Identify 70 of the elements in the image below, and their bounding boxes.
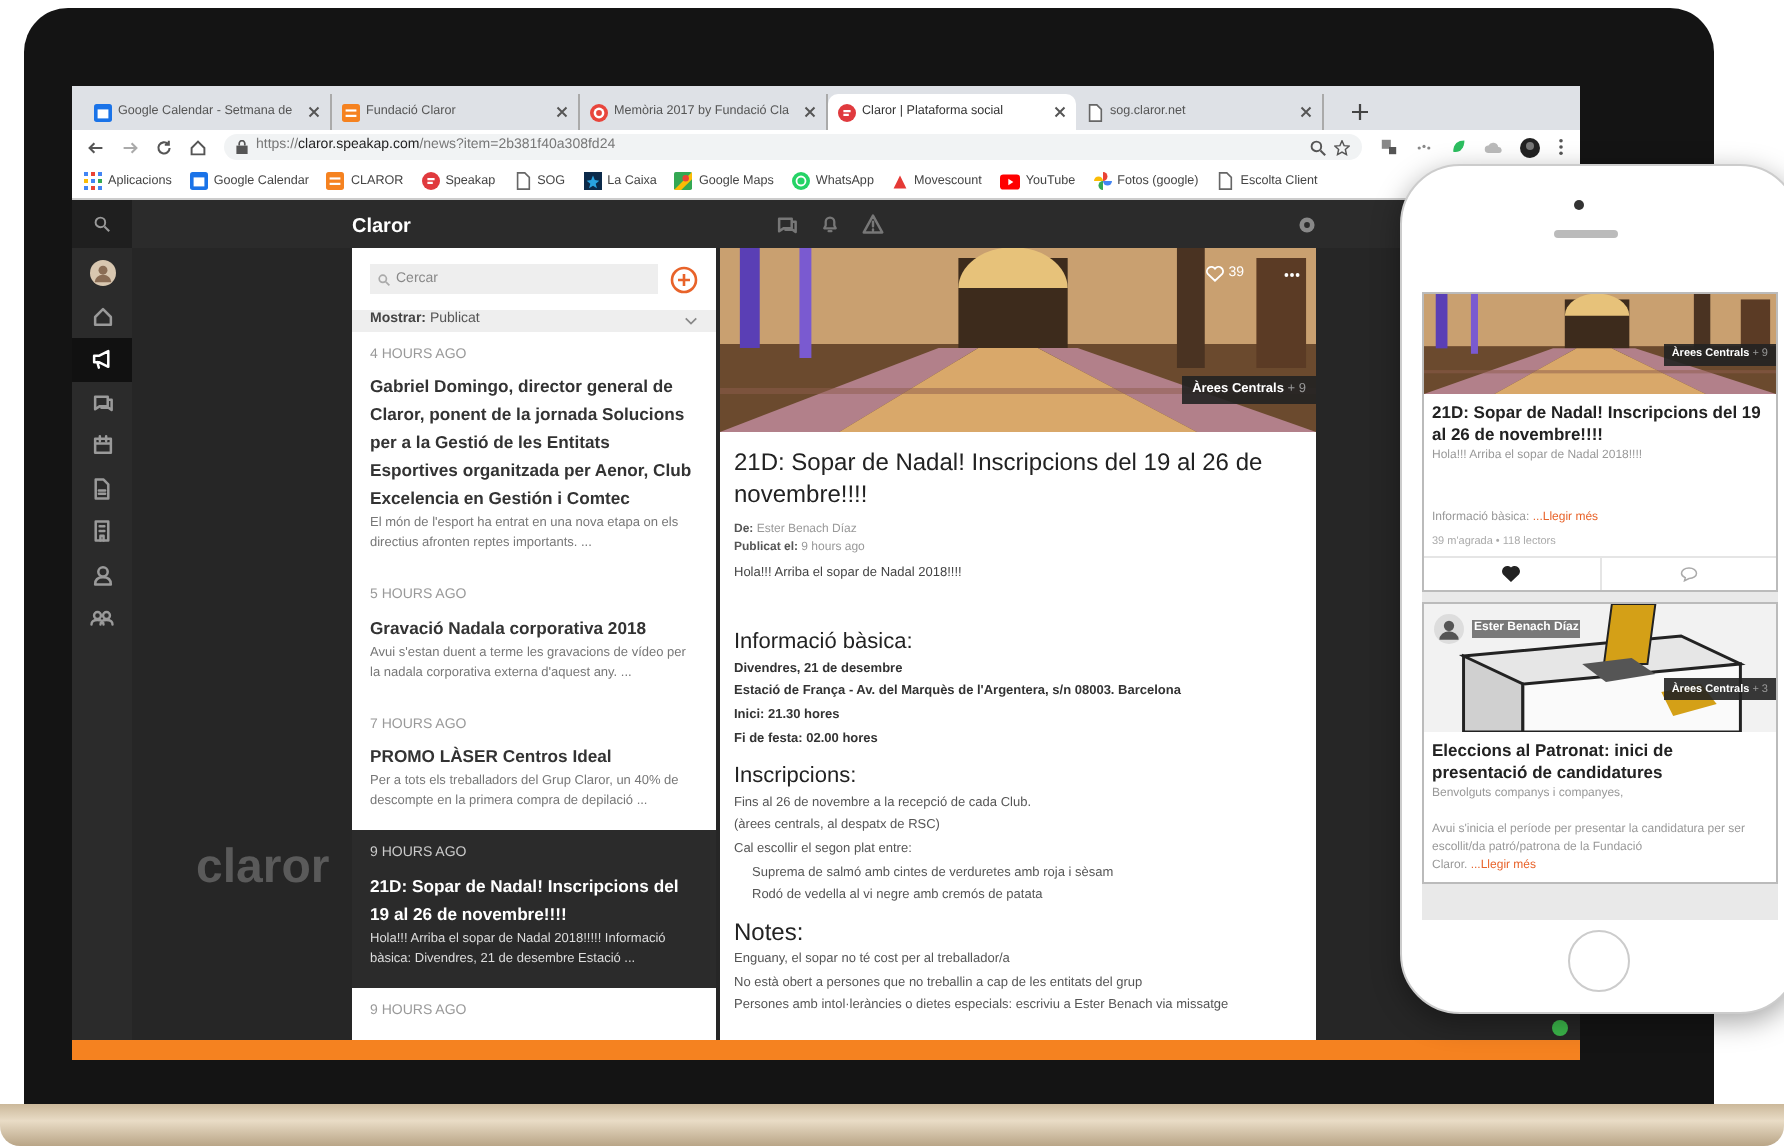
chat-icon — [776, 213, 798, 235]
triangle-icon — [891, 173, 908, 189]
app-title: Claror — [352, 216, 411, 238]
avatar-icon — [89, 260, 115, 287]
speech-logo-icon — [421, 172, 440, 190]
page-icon — [1086, 103, 1104, 121]
card-title: Eleccions al Patronat: inici de presentació de candidatures — [1432, 740, 1675, 785]
reload-icon[interactable] — [156, 139, 172, 155]
speech-logo-icon — [838, 103, 856, 121]
zoom-icon[interactable] — [1310, 139, 1326, 155]
close-icon[interactable] — [804, 106, 816, 118]
calendar-icon — [91, 434, 113, 457]
calendar-icon — [189, 172, 208, 190]
user-icon — [91, 563, 113, 586]
post-title: Gabriel Domingo, director general de Claror, ponent de la jornada Solucions per a la Gestió de les Entitats Esportives organitzada per Aenor, Club Excelencia en Gestión i Comtec — [370, 374, 694, 512]
menu-icon[interactable] — [1558, 138, 1564, 156]
close-icon[interactable] — [556, 106, 568, 118]
settings-icon[interactable] — [1298, 215, 1316, 233]
square-logo-icon — [342, 103, 360, 121]
home-icon[interactable] — [190, 139, 206, 155]
news-card[interactable] — [1422, 602, 1778, 885]
phone-speaker — [1554, 230, 1618, 238]
group-icon — [90, 606, 114, 629]
target-icon — [590, 103, 608, 121]
home-icon — [91, 305, 113, 328]
close-icon[interactable] — [1300, 106, 1312, 118]
star-logo-icon — [583, 172, 602, 190]
document-icon — [92, 477, 112, 500]
heart-icon — [1206, 266, 1225, 283]
post-title: Gravació Nadala corporativa 2018 — [370, 615, 649, 641]
close-icon[interactable] — [1054, 106, 1066, 118]
card-title: 21D: Sopar de Nadal! Inscripcions del 19 al 26 de novembre!!!! — [1432, 402, 1763, 446]
post-title: PROMO LÀSER Centros Ideal — [370, 744, 614, 770]
map-icon — [674, 172, 693, 190]
warning-icon[interactable] — [862, 214, 884, 234]
megaphone-icon — [90, 348, 114, 371]
page-icon — [513, 172, 532, 190]
add-icon[interactable] — [670, 265, 698, 293]
phone-camera — [1574, 200, 1584, 210]
chat-icon — [91, 391, 113, 414]
more-icon[interactable] — [1284, 272, 1300, 278]
extension-icon[interactable] — [1380, 138, 1398, 156]
page-icon — [1216, 172, 1235, 190]
plus-icon[interactable] — [1352, 104, 1368, 120]
section-heading: Notes: — [734, 918, 806, 949]
close-icon[interactable] — [308, 106, 320, 118]
play-icon — [999, 173, 1020, 189]
heart-icon[interactable] — [1502, 566, 1521, 583]
building-icon — [92, 520, 112, 543]
profile-icon[interactable] — [1520, 137, 1540, 157]
post-title: 21D: Sopar de Nadal! Inscripcions del 19 al 26 de novembre!!!! — [370, 873, 681, 927]
star-icon[interactable] — [1334, 139, 1350, 155]
dots-icon[interactable] — [1416, 141, 1432, 153]
post-heading: 21D: Sopar de Nadal! Inscripcions del 19 al 26 de novembre!!!! — [734, 446, 1265, 510]
status-dot-icon — [1552, 1020, 1568, 1036]
chevron-icon — [684, 315, 698, 326]
section-heading: Informació bàsica: — [734, 627, 915, 658]
search-button[interactable] — [72, 200, 132, 248]
calendar-icon — [94, 103, 112, 121]
avatar-icon — [1434, 614, 1464, 645]
back-icon[interactable] — [88, 139, 104, 155]
square-logo-icon — [326, 172, 345, 190]
section-heading: Inscripcions: — [734, 761, 859, 792]
pinwheel-icon — [1093, 172, 1112, 190]
bell-icon[interactable] — [820, 214, 840, 234]
apps-grid-icon — [84, 172, 102, 190]
sidebar-item[interactable] — [72, 338, 132, 381]
phone-bubble-icon — [791, 172, 810, 190]
search-icon — [94, 216, 110, 232]
lock-icon — [236, 140, 248, 154]
